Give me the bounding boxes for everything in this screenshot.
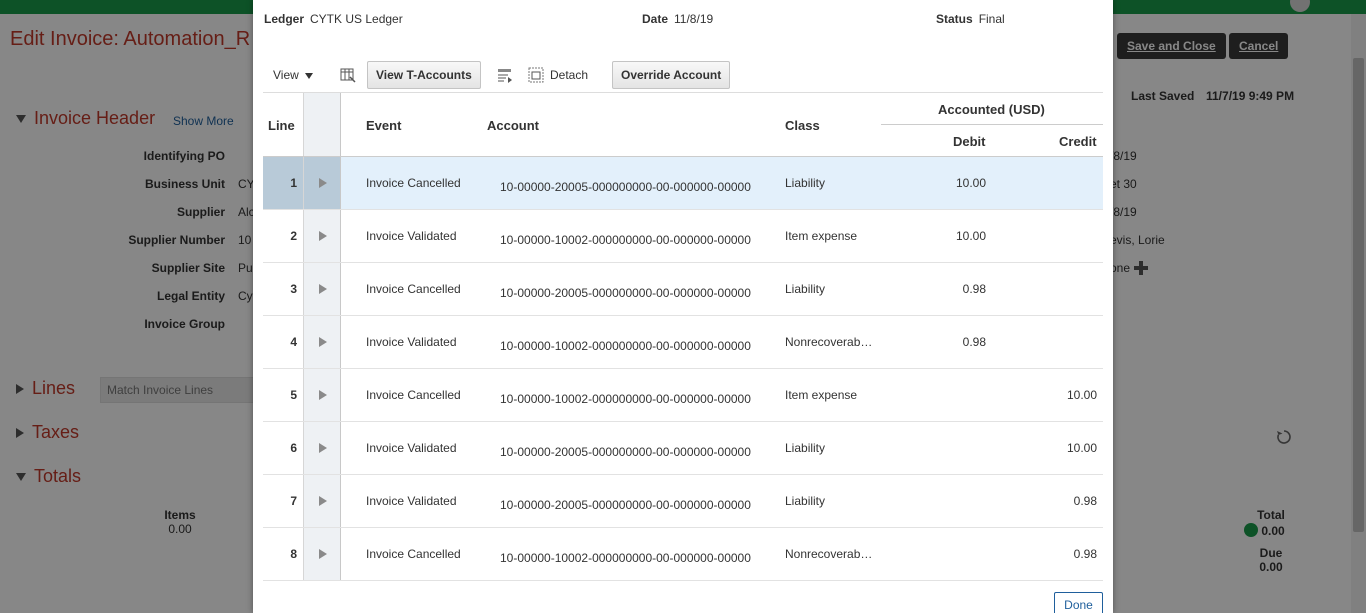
event-cell: Invoice Cancelled [366, 547, 461, 561]
line-number: 3 [290, 282, 297, 296]
line-number: 4 [290, 335, 297, 349]
event-cell: Invoice Cancelled [366, 388, 461, 402]
class-cell: Liability [785, 441, 826, 455]
event-cell: Invoice Validated [366, 229, 457, 243]
class-cell: Nonrecoverab… [785, 547, 873, 561]
table-row[interactable]: 8 Invoice Cancelled 10-00000-10002-00000… [263, 528, 1103, 581]
debit-cell: 10.00 [955, 229, 986, 243]
credit-cell: 0.98 [1073, 494, 1097, 508]
class-cell: Liability [785, 282, 826, 296]
row-expander[interactable] [303, 528, 341, 580]
freeze-icon[interactable] [497, 67, 513, 83]
line-number: 7 [290, 494, 297, 508]
expand-row-icon [319, 337, 327, 347]
class-cell: Liability [785, 494, 826, 508]
credit-cell: 0.98 [1073, 547, 1097, 561]
col-credit[interactable]: Credit [1059, 134, 1097, 149]
journal-lines-table: Line Event Account Class Accounted (USD)… [263, 92, 1103, 581]
row-expander[interactable] [303, 157, 341, 209]
line-number: 8 [290, 547, 297, 561]
debit-cell: 0.98 [962, 282, 986, 296]
row-expander[interactable] [303, 475, 341, 527]
debit-cell: 0.98 [962, 335, 986, 349]
class-cell: Item expense [785, 388, 858, 402]
view-t-accounts-button[interactable]: View T-Accounts [367, 61, 481, 89]
event-cell: Invoice Cancelled [366, 282, 461, 296]
line-number: 1 [263, 157, 303, 209]
event-cell: Invoice Validated [366, 441, 457, 455]
expand-row-icon [319, 549, 327, 559]
event-cell: Invoice Cancelled [366, 176, 461, 190]
table-row[interactable]: 2 Invoice Validated 10-00000-10002-00000… [263, 210, 1103, 263]
date-value: 11/8/19 [674, 12, 714, 26]
row-expander[interactable] [303, 263, 341, 315]
col-accounted-usd: Accounted (USD) [938, 102, 1045, 117]
journal-entries-dialog: Ledger CYTK US Ledger Date 11/8/19 Status F… [253, 0, 1113, 613]
table-row[interactable]: 5 Invoice Cancelled 10-00000-10002-00000… [263, 369, 1103, 422]
date-info: Date 11/8/19 [642, 12, 713, 26]
table-row[interactable]: 7 Invoice Validated 10-00000-20005-00000… [263, 475, 1103, 528]
table-header: Line Event Account Class Accounted (USD)… [263, 93, 1103, 157]
debit-cell: 10.00 [955, 176, 986, 190]
line-number: 2 [290, 229, 297, 243]
credit-cell: 10.00 [1066, 388, 1097, 402]
row-expander[interactable] [303, 210, 341, 262]
done-button[interactable]: Done [1054, 592, 1103, 613]
row-expander[interactable] [303, 369, 341, 421]
account-cell[interactable]: 10-00000-10002-000000000-00-000000-00000 [500, 233, 751, 247]
col-line[interactable]: Line [268, 118, 295, 133]
account-cell[interactable]: 10-00000-20005-000000000-00-000000-00000 [500, 498, 751, 512]
toolbar: View View T-Accounts Detach Override Acc… [263, 61, 1103, 89]
expand-row-icon [319, 443, 327, 453]
account-cell[interactable]: 10-00000-10002-000000000-00-000000-00000 [500, 392, 751, 406]
header-divider [881, 124, 1103, 125]
ledger-value: CYTK US Ledger [310, 12, 403, 26]
row-expander[interactable] [303, 316, 341, 368]
credit-cell: 10.00 [1066, 441, 1097, 455]
detach-icon[interactable] [528, 67, 544, 83]
class-cell: Nonrecoverab… [785, 335, 873, 349]
expand-row-icon [319, 231, 327, 241]
table-row[interactable]: 3 Invoice Cancelled 10-00000-20005-00000… [263, 263, 1103, 316]
event-cell: Invoice Validated [366, 335, 457, 349]
class-cell: Item expense [785, 229, 858, 243]
ledger-label: Ledger [264, 12, 305, 26]
col-event[interactable]: Event [366, 118, 401, 133]
expand-row-icon [319, 284, 327, 294]
row-expander[interactable] [303, 422, 341, 474]
col-account[interactable]: Account [487, 118, 539, 133]
col-debit[interactable]: Debit [953, 134, 986, 149]
view-label: View [273, 68, 299, 82]
account-cell[interactable]: 10-00000-10002-000000000-00-000000-00000 [500, 339, 751, 353]
table-row[interactable]: 1 Invoice Cancelled 10-00000-20005-00000… [263, 157, 1103, 210]
expand-row-icon [319, 390, 327, 400]
class-cell: Liability [785, 176, 826, 190]
expand-row-icon [319, 496, 327, 506]
account-cell[interactable]: 10-00000-20005-000000000-00-000000-00000 [500, 286, 751, 300]
dropdown-arrow-icon [304, 72, 313, 79]
table-row[interactable]: 4 Invoice Validated 10-00000-10002-00000… [263, 316, 1103, 369]
account-cell[interactable]: 10-00000-20005-000000000-00-000000-00000 [500, 445, 751, 459]
line-number: 5 [290, 388, 297, 402]
date-label: Date [642, 12, 669, 26]
event-cell: Invoice Validated [366, 494, 457, 508]
expand-row-icon [319, 178, 327, 188]
line-number: 6 [290, 441, 297, 455]
account-cell[interactable]: 10-00000-20005-000000000-00-000000-00000 [500, 180, 751, 194]
table-row[interactable]: 6 Invoice Validated 10-00000-20005-00000… [263, 422, 1103, 475]
detach-button[interactable]: Detach [550, 61, 588, 89]
expand-column-header [303, 93, 341, 156]
ledger-info: Ledger CYTK US Ledger [264, 12, 403, 26]
status-label: Status [936, 12, 973, 26]
account-cell[interactable]: 10-00000-10002-000000000-00-000000-00000 [500, 551, 751, 565]
status-value: Final [978, 12, 1005, 26]
columns-icon[interactable] [340, 67, 356, 83]
col-class[interactable]: Class [785, 118, 820, 133]
status-info: Status Final [936, 12, 1005, 26]
override-account-button[interactable]: Override Account [612, 61, 731, 89]
view-menu[interactable]: View [273, 61, 313, 89]
